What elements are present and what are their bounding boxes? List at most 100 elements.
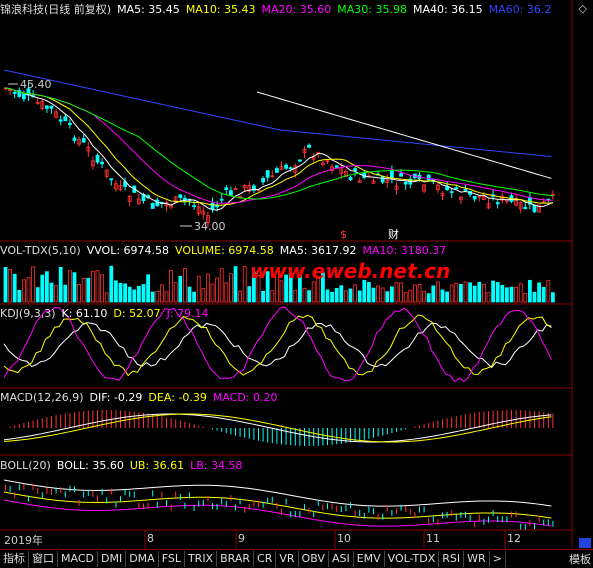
volume-bar bbox=[146, 274, 151, 303]
kdj-j-value: J: 79.14 bbox=[166, 307, 209, 320]
tab-macd[interactable]: MACD bbox=[58, 551, 98, 567]
volume-bar bbox=[486, 292, 491, 303]
tab-fsl[interactable]: FSL bbox=[159, 551, 185, 567]
macd-title: MACD(12,26,9) bbox=[0, 391, 84, 404]
candle-body bbox=[150, 202, 155, 209]
volume-bar bbox=[403, 292, 408, 303]
kdj-line bbox=[3, 322, 552, 369]
volume-bar bbox=[389, 286, 394, 303]
volume-bar bbox=[528, 279, 532, 303]
template-button[interactable]: 模板 bbox=[569, 551, 591, 567]
tab-window[interactable]: 窗口 bbox=[29, 551, 58, 567]
tab-trix[interactable]: TRIX bbox=[185, 551, 218, 567]
tab-dma[interactable]: DMA bbox=[126, 551, 159, 567]
tab-brar[interactable]: BRAR bbox=[217, 551, 255, 567]
tab-cr[interactable]: CR bbox=[254, 551, 277, 567]
axis-month-11: 11 bbox=[426, 532, 440, 545]
volume-bar bbox=[463, 281, 468, 303]
volume-bar bbox=[353, 284, 358, 303]
price-header: 锦浪科技(日线 前复权) MA5: 35.45 MA10: 35.43 MA20: 3… bbox=[0, 3, 557, 17]
volume-bar bbox=[546, 280, 551, 303]
volume-bar bbox=[376, 285, 381, 303]
scroll-indicator[interactable] bbox=[579, 538, 591, 548]
tab-vol-tdx[interactable]: VOL-TDX bbox=[385, 551, 440, 567]
chart-canvas[interactable]: 45.40 34.00 $ 财 www.eweb.net.cn bbox=[0, 0, 593, 567]
candle-body bbox=[399, 173, 404, 177]
volume-bar bbox=[523, 293, 528, 303]
indicator-tabbar: 指标 窗口 MACD DMI DMA FSL TRIX BRAR CR VR O… bbox=[0, 549, 593, 568]
volume-bar bbox=[192, 291, 197, 303]
volume-bar bbox=[426, 293, 431, 303]
candle-body bbox=[334, 165, 339, 168]
volume-bar bbox=[247, 286, 252, 303]
boll-line bbox=[3, 491, 552, 519]
tab-asi[interactable]: ASI bbox=[329, 551, 354, 567]
volume-bar bbox=[155, 290, 160, 303]
volume-bar bbox=[477, 281, 482, 303]
candle-body bbox=[463, 189, 468, 191]
candle-body bbox=[426, 174, 431, 181]
volume-bar bbox=[357, 290, 362, 303]
boll-ub-value: UB: 36.61 bbox=[129, 459, 185, 472]
tab-more-arrow[interactable]: > bbox=[490, 551, 506, 567]
volume-bar bbox=[468, 282, 473, 303]
volume-bar bbox=[224, 282, 229, 303]
volume-bar bbox=[58, 267, 63, 303]
ma60-line bbox=[3, 69, 552, 158]
macd-macd-value: MACD: 0.20 bbox=[212, 391, 278, 404]
candle-body bbox=[284, 164, 289, 169]
volume-bar bbox=[104, 292, 109, 303]
volume-bar bbox=[380, 287, 385, 303]
kdj-title: KDJ(9,3,3) bbox=[0, 307, 56, 320]
tab-emv[interactable]: EMV bbox=[354, 551, 385, 567]
candle-body bbox=[265, 170, 270, 178]
volume-bar bbox=[114, 280, 118, 303]
volume-bar bbox=[17, 289, 22, 303]
moving-averages bbox=[3, 69, 554, 211]
candle-body bbox=[472, 196, 477, 200]
volume-bar bbox=[509, 286, 514, 303]
candle-body bbox=[109, 178, 114, 181]
volume-bar bbox=[334, 288, 339, 303]
volume-bar bbox=[270, 290, 275, 303]
ma10-value: MA10: 35.43 bbox=[185, 3, 256, 16]
event-marker-dollar[interactable]: $ bbox=[340, 228, 347, 241]
volume-bar bbox=[178, 275, 183, 303]
volume-bar bbox=[495, 282, 500, 303]
volume-bar bbox=[109, 265, 114, 303]
candle-body bbox=[449, 191, 454, 194]
candle-body bbox=[178, 194, 183, 198]
volume-bar bbox=[541, 287, 546, 303]
candle-body bbox=[380, 176, 385, 183]
tab-wr[interactable]: WR bbox=[464, 551, 490, 567]
volume-bar bbox=[302, 287, 307, 303]
tab-dmi[interactable]: DMI bbox=[98, 551, 127, 567]
volume-bar bbox=[500, 284, 505, 303]
ma-line bbox=[5, 87, 553, 206]
candle-body bbox=[12, 91, 17, 94]
candle-body bbox=[261, 178, 266, 183]
tab-vr[interactable]: VR bbox=[276, 551, 299, 567]
macd-line bbox=[3, 413, 552, 443]
volume-bar bbox=[63, 284, 68, 303]
volume-bar bbox=[228, 273, 233, 303]
collapse-icon[interactable]: ◇ bbox=[579, 2, 587, 15]
volume-bar bbox=[196, 275, 201, 303]
volume-bar bbox=[371, 287, 376, 303]
kdj-k-value: K: 61.10 bbox=[61, 307, 108, 320]
event-marker-finance[interactable]: 财 bbox=[388, 227, 399, 241]
tab-obv[interactable]: OBV bbox=[299, 551, 329, 567]
axis-year: 2019年 bbox=[4, 534, 43, 547]
kdj-line bbox=[3, 314, 552, 377]
volume-bar bbox=[412, 284, 417, 303]
volume-bar bbox=[12, 273, 17, 303]
macd-dif-value: DIF: -0.29 bbox=[89, 391, 143, 404]
stock-title: 锦浪科技(日线 前复权) bbox=[0, 3, 112, 16]
axis-month-10: 10 bbox=[337, 532, 351, 545]
tab-indicator[interactable]: 指标 bbox=[0, 551, 29, 567]
tab-rsi[interactable]: RSI bbox=[439, 551, 465, 567]
boll-title: BOLL(20) bbox=[0, 459, 51, 472]
candle-body bbox=[307, 144, 312, 148]
ma30-value: MA30: 35.98 bbox=[337, 3, 407, 16]
volume-bar bbox=[532, 291, 537, 303]
